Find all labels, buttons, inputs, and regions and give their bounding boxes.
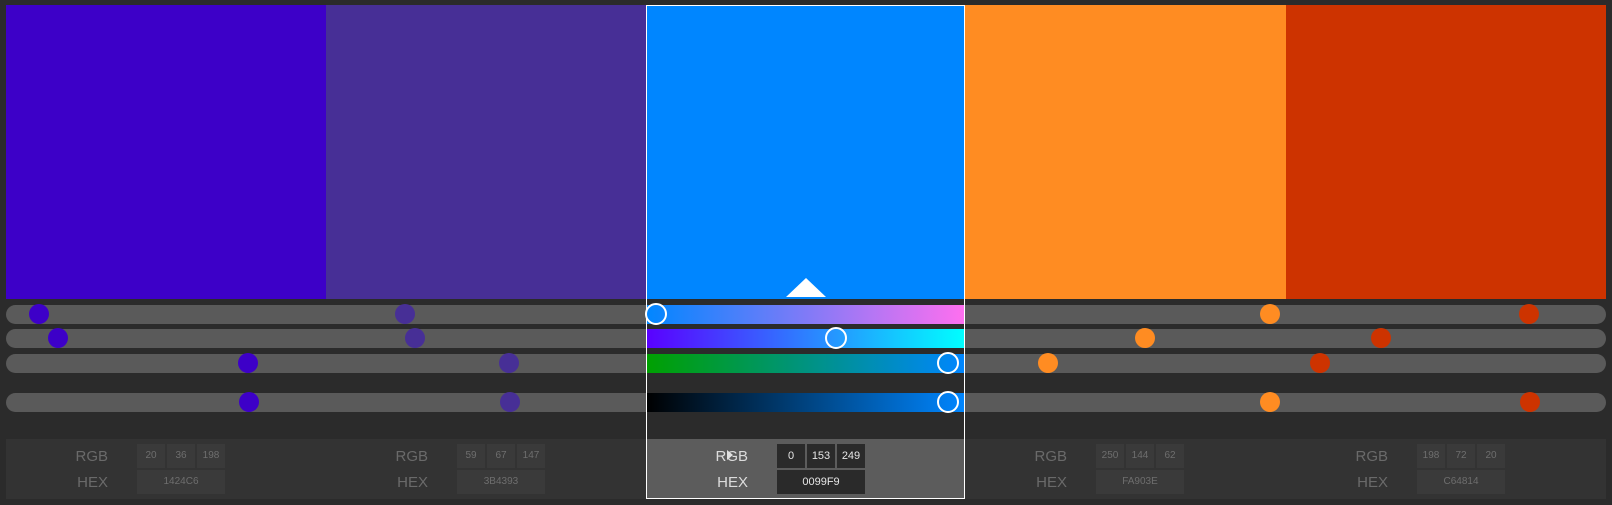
rgb-label: RGB	[1355, 448, 1388, 465]
color-swatch-3[interactable]	[646, 5, 965, 299]
saturation-slider-selected-gradient[interactable]	[646, 329, 965, 348]
hex-label: HEX	[1357, 474, 1388, 491]
red-field[interactable]: 250	[1096, 444, 1124, 468]
red-field[interactable]: 0	[777, 444, 805, 468]
color-value-panel-3: RGB HEX 0 153 249 0099F9	[646, 439, 965, 499]
brightness-slider-selected-gradient[interactable]	[646, 393, 965, 412]
red-field[interactable]: 59	[457, 444, 485, 468]
saturation-slider-handle-3[interactable]	[825, 327, 847, 349]
hex-field[interactable]: FA903E	[1096, 470, 1184, 494]
hue-slider-handle-1[interactable]	[29, 304, 49, 324]
hex-label: HEX	[1036, 474, 1067, 491]
color-value-panel-1: RGB HEX 20 36 198 1424C6	[6, 439, 326, 499]
hue-slider-handle-4[interactable]	[1260, 304, 1280, 324]
color-value-panel-2: RGB HEX 59 67 147 3B4393	[326, 439, 646, 499]
green-field[interactable]: 144	[1126, 444, 1154, 468]
hex-label: HEX	[397, 474, 428, 491]
brightness-slider-handle-3[interactable]	[937, 391, 959, 413]
brightness-slider-handle-4[interactable]	[1260, 392, 1280, 412]
saturation-slider-handle-2[interactable]	[405, 328, 425, 348]
lightness-slider-handle-3[interactable]	[937, 352, 959, 374]
hex-field[interactable]: 1424C6	[137, 470, 225, 494]
lightness-slider-handle-2[interactable]	[499, 353, 519, 373]
blue-field[interactable]: 147	[517, 444, 545, 468]
lightness-slider-selected-gradient[interactable]	[646, 354, 965, 373]
selected-swatch-caret-icon	[786, 278, 826, 297]
green-field[interactable]: 153	[807, 444, 835, 468]
hex-label: HEX	[77, 474, 108, 491]
red-field[interactable]: 198	[1417, 444, 1445, 468]
color-swatch-5[interactable]	[1286, 5, 1606, 299]
color-swatch-4[interactable]	[965, 5, 1286, 299]
saturation-slider-handle-1[interactable]	[48, 328, 68, 348]
lightness-slider-handle-4[interactable]	[1038, 353, 1058, 373]
saturation-slider-handle-4[interactable]	[1135, 328, 1155, 348]
hue-slider-handle-3[interactable]	[645, 303, 667, 325]
blue-field[interactable]: 62	[1156, 444, 1184, 468]
saturation-slider-handle-5[interactable]	[1371, 328, 1391, 348]
color-value-panel-4: RGB HEX 250 144 62 FA903E	[965, 439, 1286, 499]
green-field[interactable]: 67	[487, 444, 515, 468]
lightness-slider-handle-1[interactable]	[238, 353, 258, 373]
brightness-slider-handle-1[interactable]	[239, 392, 259, 412]
hex-field[interactable]: 3B4393	[457, 470, 545, 494]
brightness-slider-handle-2[interactable]	[500, 392, 520, 412]
hue-slider-selected-gradient[interactable]	[646, 305, 965, 324]
green-field[interactable]: 36	[167, 444, 195, 468]
blue-field[interactable]: 198	[197, 444, 225, 468]
color-swatch-2[interactable]	[326, 5, 646, 299]
expand-arrow-icon[interactable]	[727, 450, 733, 460]
hex-field[interactable]: C64814	[1417, 470, 1505, 494]
red-field[interactable]: 20	[137, 444, 165, 468]
green-field[interactable]: 72	[1447, 444, 1475, 468]
brightness-slider-handle-5[interactable]	[1520, 392, 1540, 412]
rgb-label: RGB	[75, 448, 108, 465]
hue-slider-handle-2[interactable]	[395, 304, 415, 324]
blue-field[interactable]: 20	[1477, 444, 1505, 468]
rgb-label: RGB	[1034, 448, 1067, 465]
color-value-panel-5: RGB HEX 198 72 20 C64814	[1286, 439, 1606, 499]
blue-field[interactable]: 249	[837, 444, 865, 468]
rgb-label: RGB	[715, 448, 748, 465]
hex-field[interactable]: 0099F9	[777, 470, 865, 494]
lightness-slider-handle-5[interactable]	[1310, 353, 1330, 373]
hex-label: HEX	[717, 474, 748, 491]
color-swatch-1[interactable]	[6, 5, 326, 299]
hue-slider-handle-5[interactable]	[1519, 304, 1539, 324]
rgb-label: RGB	[395, 448, 428, 465]
